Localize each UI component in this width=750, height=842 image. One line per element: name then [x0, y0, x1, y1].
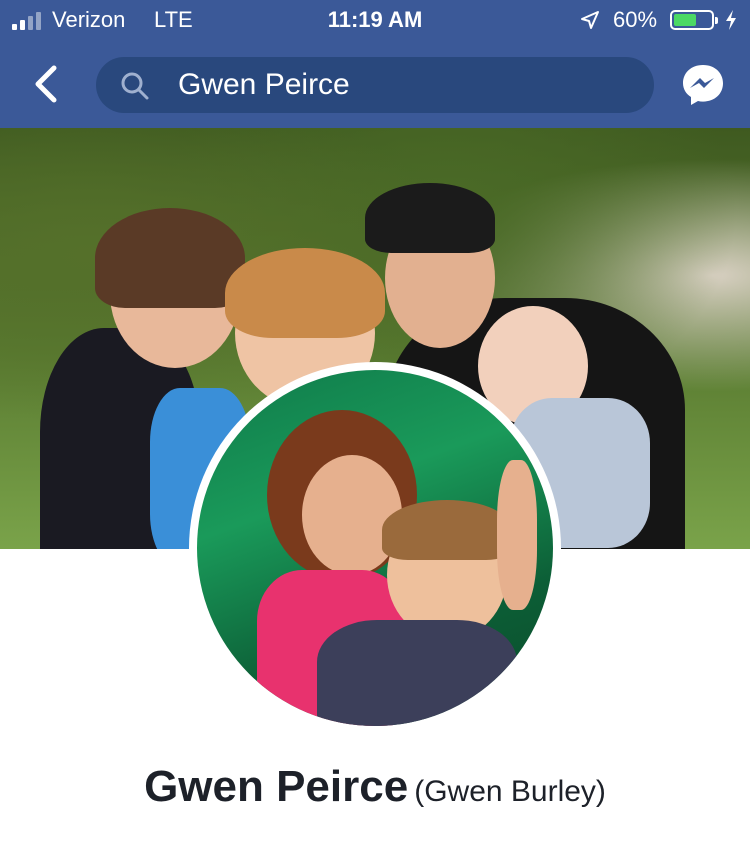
profile-name-row: Gwen Peirce (Gwen Burley): [0, 762, 750, 812]
messenger-icon[interactable]: [680, 62, 726, 108]
back-chevron-icon[interactable]: [30, 64, 64, 104]
search-icon: [121, 72, 149, 100]
profile-name: Gwen Peirce: [144, 762, 409, 811]
profile-alternate-name: (Gwen Burley): [414, 775, 606, 808]
avatar-shape: [317, 620, 517, 726]
avatar-shape: [382, 500, 512, 560]
profile-picture[interactable]: [189, 362, 561, 734]
location-arrow-icon: [581, 11, 599, 29]
cover-person-shape: [95, 208, 245, 308]
top-bar: Verizon LTE 11:19 AM 60% Gwen Peirce: [0, 0, 750, 128]
search-query-text[interactable]: Gwen Peirce: [178, 68, 350, 102]
charging-bolt-icon: [726, 10, 736, 30]
cover-person-shape: [225, 248, 385, 338]
avatar-shape: [497, 460, 537, 610]
status-bar: Verizon LTE 11:19 AM 60%: [0, 0, 750, 40]
battery-percent: 60%: [613, 7, 658, 32]
cover-person-shape: [365, 183, 495, 253]
battery-icon: [670, 10, 718, 30]
search-bar[interactable]: Gwen Peirce: [96, 57, 654, 113]
avatar-shape: [302, 455, 402, 575]
